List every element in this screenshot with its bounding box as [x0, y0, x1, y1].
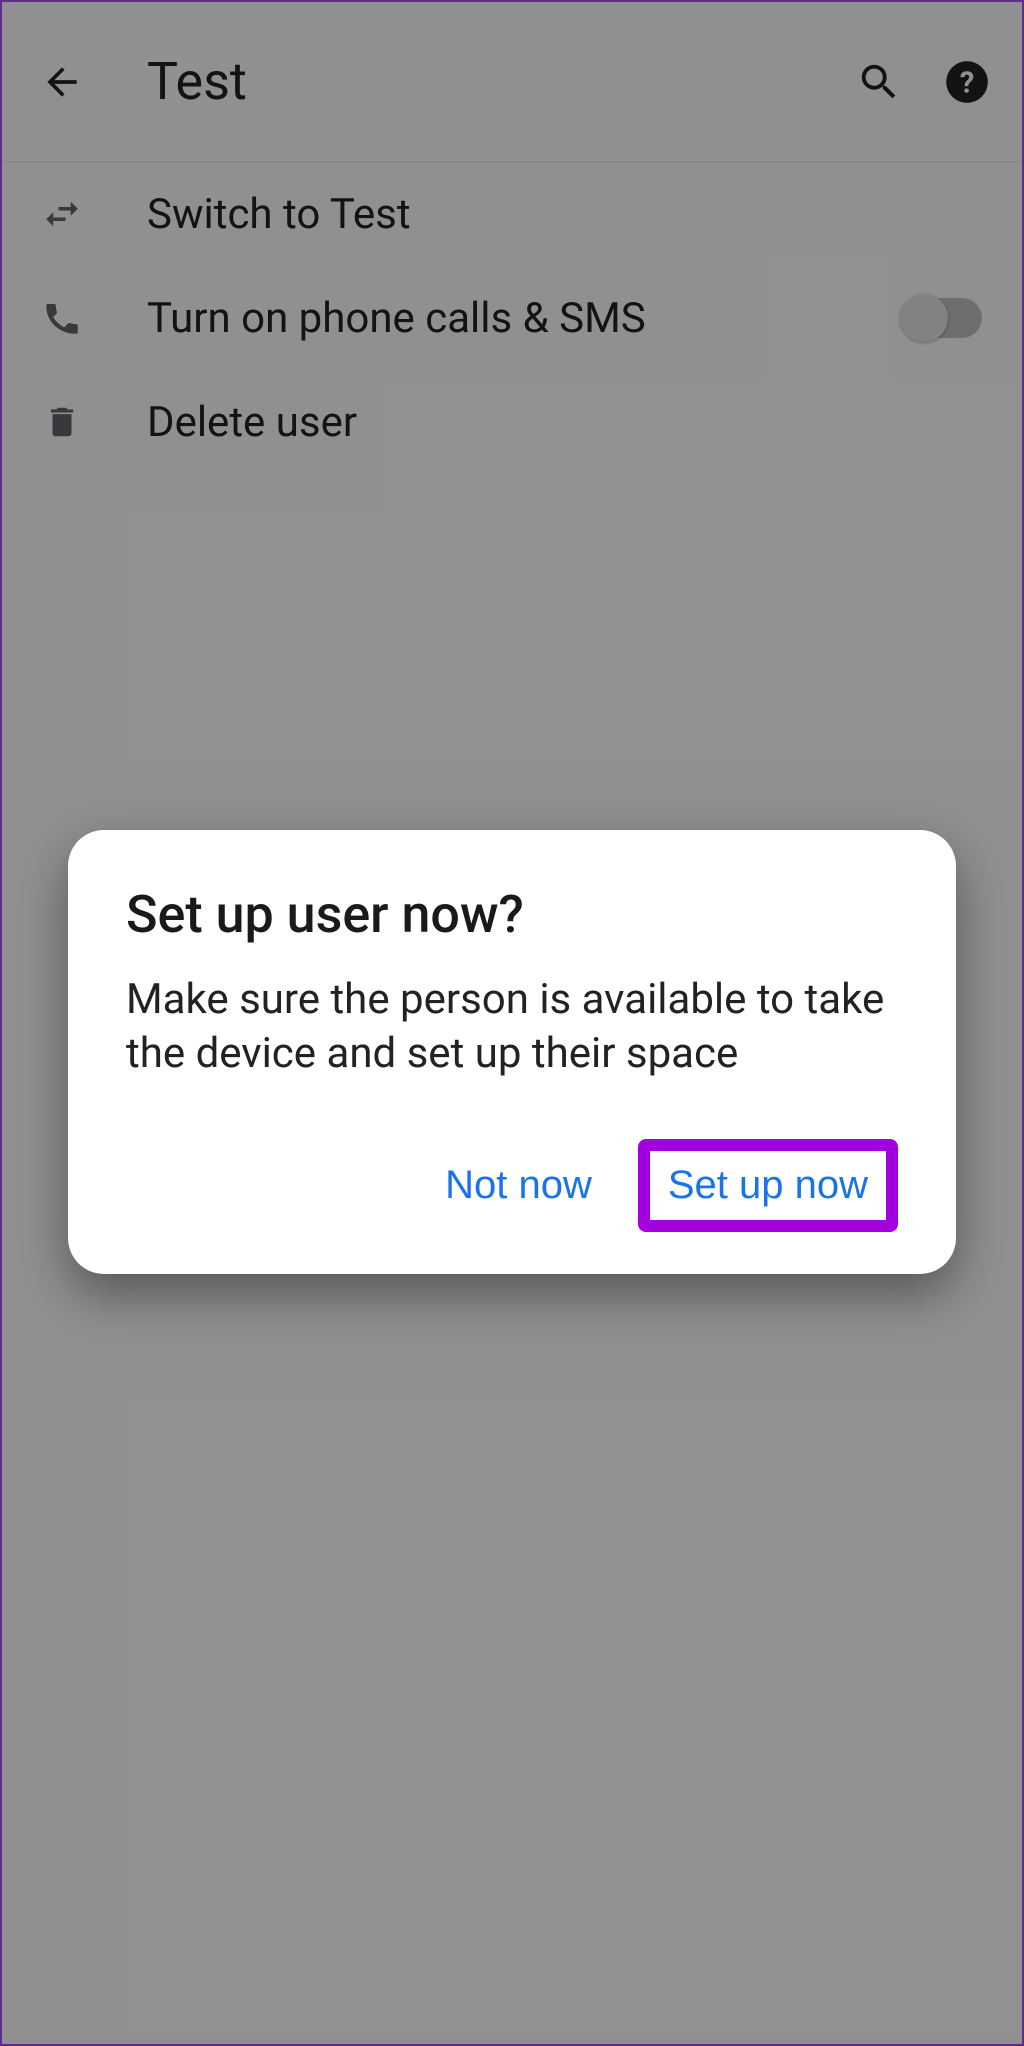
- dialog-title: Set up user now?: [126, 884, 898, 945]
- setup-now-highlight: Set up now: [638, 1139, 898, 1232]
- not-now-button[interactable]: Not now: [437, 1153, 600, 1218]
- setup-now-button[interactable]: Set up now: [660, 1153, 876, 1218]
- setup-user-dialog: Set up user now? Make sure the person is…: [68, 830, 956, 1274]
- settings-screen: Test ? Switch to Test: [2, 2, 1022, 2044]
- dialog-body: Make sure the person is available to tak…: [126, 973, 898, 1081]
- dialog-actions: Not now Set up now: [126, 1139, 898, 1232]
